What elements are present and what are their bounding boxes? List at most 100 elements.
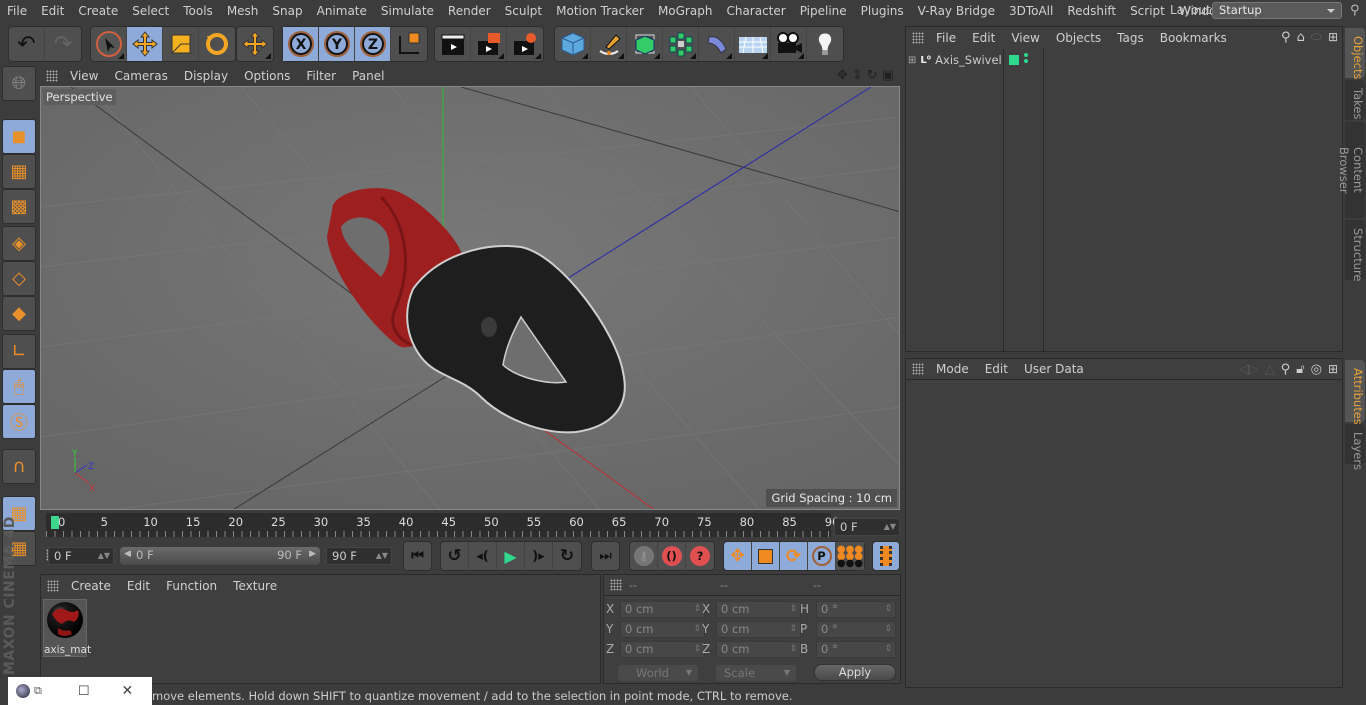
floor-button[interactable] <box>735 27 771 61</box>
3d-viewport[interactable]: Y Z X Perspective Grid Spacing : 10 cm <box>40 86 900 510</box>
object-menu-view[interactable]: View <box>1003 31 1047 45</box>
menu-snap[interactable]: Snap <box>265 4 309 18</box>
maximize-icon[interactable]: ☐ <box>78 684 90 699</box>
axis-mode-button[interactable]: ∟ <box>2 334 36 369</box>
viewport-menu-cameras[interactable]: Cameras <box>106 69 175 83</box>
search-attributes-icon[interactable]: ⚲ <box>1281 362 1291 377</box>
recent-tool-button[interactable] <box>237 27 273 61</box>
new-panel-icon[interactable]: ⊞ <box>1328 362 1338 377</box>
workplane-mode-button[interactable]: ▩ <box>2 189 36 224</box>
y-axis-lock-button[interactable]: Y <box>319 27 355 61</box>
make-editable-button[interactable]: 🌐︎ <box>2 66 36 101</box>
menu-plugins[interactable]: Plugins <box>854 4 911 18</box>
autokey-button[interactable]: () <box>658 542 686 570</box>
polygons-mode-button[interactable]: ◆ <box>2 296 36 331</box>
coord-input[interactable]: 0 ° <box>816 621 896 638</box>
tweak-mode-button[interactable]: 🖱︎ <box>2 369 36 404</box>
redo-button[interactable]: ↷ <box>45 27 81 61</box>
side-tab-attributes[interactable]: Attributes <box>1345 360 1365 425</box>
material-menu-create[interactable]: Create <box>63 579 119 593</box>
pan-view-icon[interactable]: ✥ <box>837 68 848 83</box>
scale-track-button[interactable] <box>752 542 780 570</box>
next-frame-button[interactable]: )▸ <box>525 542 553 570</box>
go-to-start-button[interactable]: ⏮ <box>404 542 431 570</box>
start-frame-field[interactable]: 0 F ▲▼ <box>48 547 114 565</box>
menu-simulate[interactable]: Simulate <box>374 4 441 18</box>
expand-icon[interactable]: ⊞ <box>908 55 916 66</box>
navigation-icon[interactable]: ⬭ <box>1311 30 1322 45</box>
material-menu-edit[interactable]: Edit <box>119 579 158 593</box>
rotate-track-button[interactable]: ⟳ <box>780 542 808 570</box>
model-mode-button[interactable]: ◼ <box>2 119 36 154</box>
param-track-button[interactable]: P <box>808 542 836 570</box>
object-menu-file[interactable]: File <box>928 31 964 45</box>
frame-range-slider[interactable]: ◀ 0 F 90 F ▶ <box>120 547 320 565</box>
bend-deformer-button[interactable] <box>699 27 735 61</box>
home-icon[interactable]: ⌂ <box>1297 30 1305 45</box>
search-objects-icon[interactable]: ⚲ <box>1281 30 1291 45</box>
coord-grip-icon[interactable] <box>610 579 622 591</box>
menu-edit[interactable]: Edit <box>34 4 71 18</box>
menu-sculpt[interactable]: Sculpt <box>498 4 549 18</box>
visibility-dots-icon[interactable] <box>1024 53 1028 57</box>
viewport-menu-view[interactable]: View <box>62 69 106 83</box>
texture-mode-button[interactable]: ▦ <box>2 154 36 189</box>
attribute-menu-edit[interactable]: Edit <box>977 362 1016 376</box>
snap-magnet-button[interactable]: ∩ <box>2 449 36 484</box>
coord-input[interactable]: 0 cm <box>620 621 705 638</box>
menu-v-ray-bridge[interactable]: V-Ray Bridge <box>911 4 1002 18</box>
previous-key-button[interactable]: ↺ <box>441 542 469 570</box>
coord-input[interactable]: 0 cm <box>620 601 705 618</box>
pen-spline-button[interactable] <box>591 27 627 61</box>
cloner-button[interactable] <box>663 27 699 61</box>
coord-input[interactable]: 0 ° <box>816 601 896 618</box>
menu-tools[interactable]: Tools <box>176 4 220 18</box>
coord-input[interactable]: 0 cm <box>716 601 801 618</box>
minimized-window[interactable]: ⧉ ☐ ✕ <box>8 677 152 705</box>
x-axis-lock-button[interactable]: X <box>283 27 319 61</box>
object-menu-tags[interactable]: Tags <box>1109 31 1152 45</box>
menu-animate[interactable]: Animate <box>310 4 374 18</box>
solo-mode-button[interactable]: Ⓢ <box>2 404 36 439</box>
menu-select[interactable]: Select <box>125 4 176 18</box>
light-button[interactable] <box>807 27 843 61</box>
coord-transform-select[interactable]: Scale ▼ <box>716 665 796 681</box>
z-axis-lock-button[interactable]: Z <box>355 27 391 61</box>
coord-mode-select[interactable]: World ▼ <box>618 665 698 681</box>
move-track-button[interactable]: ✥ <box>724 542 752 570</box>
side-tab-content-browser[interactable]: Content Browser <box>1337 122 1365 218</box>
menu-character[interactable]: Character <box>719 4 792 18</box>
target-icon[interactable]: ◎ <box>1311 362 1322 377</box>
menu-pipeline[interactable]: Pipeline <box>793 4 854 18</box>
previous-frame-button[interactable]: ◂( <box>469 542 497 570</box>
object-menu-objects[interactable]: Objects <box>1048 31 1109 45</box>
range-left-arrow-icon[interactable]: ◀ <box>124 549 131 559</box>
panel-grip-icon[interactable] <box>46 69 58 82</box>
menu-file[interactable]: File <box>0 4 34 18</box>
up-arrow-icon[interactable]: △ <box>1265 362 1275 377</box>
menu-mesh[interactable]: Mesh <box>220 4 266 18</box>
timeline-ruler[interactable]: 0 5 10 15 20 25 30 35 40 45 50 55 60 65 70 75 80 85 90 <box>46 513 839 537</box>
camera-label[interactable]: Perspective <box>43 89 116 105</box>
keyframe-selection-button[interactable]: ? <box>686 542 714 570</box>
menu-motion-tracker[interactable]: Motion Tracker <box>549 4 651 18</box>
coordinate-system-button[interactable] <box>391 27 427 61</box>
menu-redshift[interactable]: Redshift <box>1060 4 1123 18</box>
record-keys-button[interactable]: ⚷ <box>630 542 658 570</box>
material-swatch[interactable]: axis_mat <box>43 599 91 657</box>
close-icon[interactable]: ✕ <box>122 683 134 699</box>
end-frame-field[interactable]: 90 F ▲▼ <box>326 547 392 565</box>
side-tab-takes[interactable]: Takes <box>1345 80 1365 120</box>
coord-input[interactable]: 0 cm <box>716 641 801 658</box>
render-view-button[interactable] <box>435 27 471 61</box>
viewport-menu-display[interactable]: Display <box>176 69 236 83</box>
menu-render[interactable]: Render <box>441 4 498 18</box>
menu-mograph[interactable]: MoGraph <box>651 4 720 18</box>
viewport-menu-options[interactable]: Options <box>236 69 298 83</box>
attribute-grip-icon[interactable] <box>912 363 924 375</box>
layer-color-swatch[interactable] <box>1009 55 1019 65</box>
coord-input[interactable]: 0 cm <box>716 621 801 638</box>
camera-button[interactable] <box>771 27 807 61</box>
current-frame-field[interactable]: 0 F ▲▼ <box>834 518 900 536</box>
subdivision-surface-button[interactable] <box>627 27 663 61</box>
